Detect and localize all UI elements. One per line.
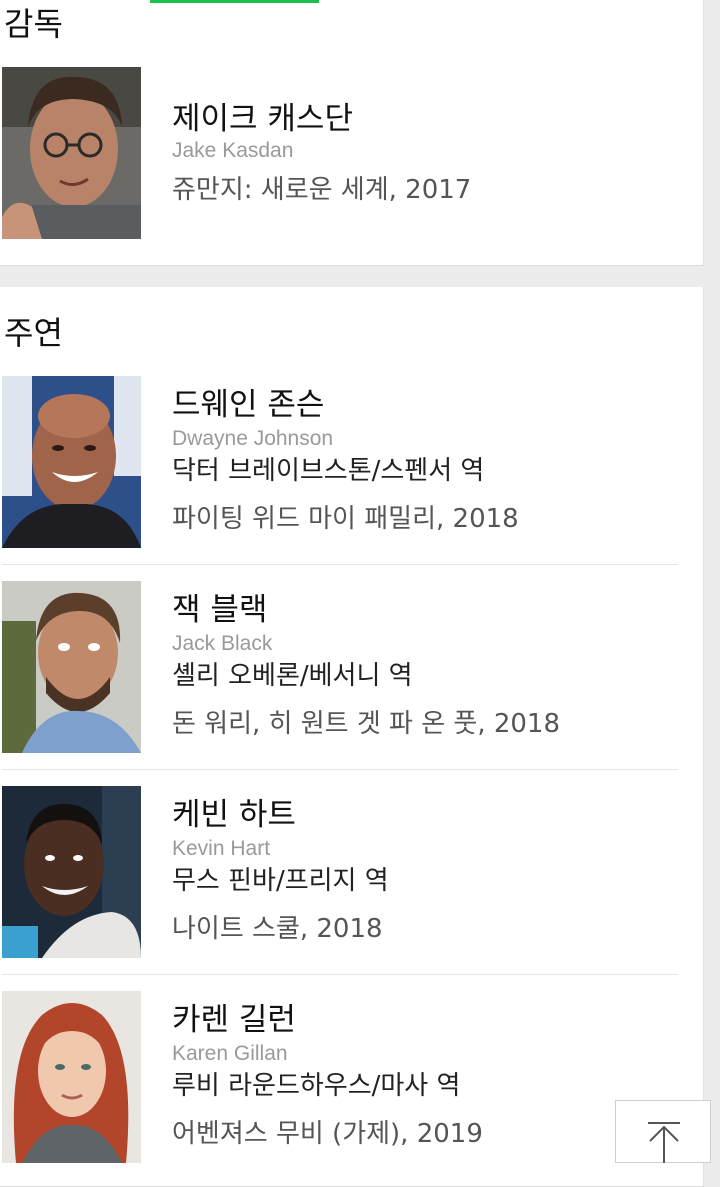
arrow-up-icon [648,1122,680,1163]
cast-info: 케빈 하트 Kevin Hart 무스 핀바/프리지 역 나이트 스쿨, 201… [172,786,678,958]
person-name-en: Dwayne Johnson [172,427,334,450]
person-role: 루비 라운드하우스/마사 역 [172,1071,461,1101]
person-role: 셸리 오베론/베서니 역 [172,661,413,691]
director-info: 제이크 캐스단 Jake Kasdan 쥬만지: 새로운 세계, 2017 [172,67,678,239]
person-name-ko[interactable]: 드웨인 존슨 [172,390,324,421]
director-item[interactable]: 제이크 캐스단 Jake Kasdan 쥬만지: 새로운 세계, 2017 [2,67,678,239]
cast-info: 잭 블랙 Jack Black 셸리 오베론/베서니 역 돈 워리, 히 원트 … [172,581,678,753]
cast-info: 카렌 길런 Karen Gillan 루비 라운드하우스/마사 역 어벤져스 무… [172,991,678,1163]
person-role: 닥터 브레이브스톤/스펜서 역 [172,456,485,486]
portrait-photo [2,786,141,958]
person-recent-work[interactable]: 돈 워리, 히 원트 겟 파 온 풋, 2018 [172,711,560,737]
active-tab-indicator [150,0,319,3]
cast-photo[interactable] [2,991,141,1163]
cast-photo[interactable] [2,581,141,753]
person-recent-work[interactable]: 파이팅 위드 마이 패밀리, 2018 [172,506,519,532]
cast-section-title: 주연 [4,314,63,352]
person-recent-work[interactable]: 나이트 스쿨, 2018 [172,916,383,942]
portrait-photo [2,991,141,1163]
person-recent-work[interactable]: 어벤져스 무비 (가제), 2019 [172,1121,483,1147]
cast-item[interactable]: 카렌 길런 Karen Gillan 루비 라운드하우스/마사 역 어벤져스 무… [2,991,678,1163]
person-name-en: Kevin Hart [172,837,271,860]
person-name-ko[interactable]: 케빈 하트 [172,800,296,831]
person-recent-work[interactable]: 쥬만지: 새로운 세계, 2017 [172,177,471,203]
cast-item[interactable]: 케빈 하트 Kevin Hart 무스 핀바/프리지 역 나이트 스쿨, 201… [2,786,678,958]
divider [2,564,678,565]
scroll-to-top-button[interactable] [615,1100,711,1163]
person-role: 무스 핀바/프리지 역 [172,866,389,896]
director-section-title: 감독 [4,5,63,43]
portrait-photo [2,581,141,753]
person-name-en: Jake Kasdan [172,139,294,162]
cast-info: 드웨인 존슨 Dwayne Johnson 닥터 브레이브스톤/스펜서 역 파이… [172,376,678,548]
person-name-en: Jack Black [172,632,273,655]
person-name-en: Karen Gillan [172,1042,288,1065]
cast-card: 주연 드웨인 존슨 Dwayne Johnson 닥터 브레이브스톤/스펜서 역… [0,287,704,1187]
portrait-photo [2,376,141,548]
cast-item[interactable]: 드웨인 존슨 Dwayne Johnson 닥터 브레이브스톤/스펜서 역 파이… [2,376,678,548]
director-photo[interactable] [2,67,141,239]
cast-photo[interactable] [2,786,141,958]
portrait-photo [2,67,141,239]
person-name-ko[interactable]: 제이크 캐스단 [172,104,353,135]
divider [2,769,678,770]
cast-item[interactable]: 잭 블랙 Jack Black 셸리 오베론/베서니 역 돈 워리, 히 원트 … [2,581,678,753]
director-card: 감독 제이크 캐스단 Jake Kasdan 쥬만지: 새로운 세계, 2017 [0,0,704,266]
person-name-ko[interactable]: 카렌 길런 [172,1005,296,1036]
divider [2,974,678,975]
person-name-ko[interactable]: 잭 블랙 [172,595,267,626]
cast-photo[interactable] [2,376,141,548]
